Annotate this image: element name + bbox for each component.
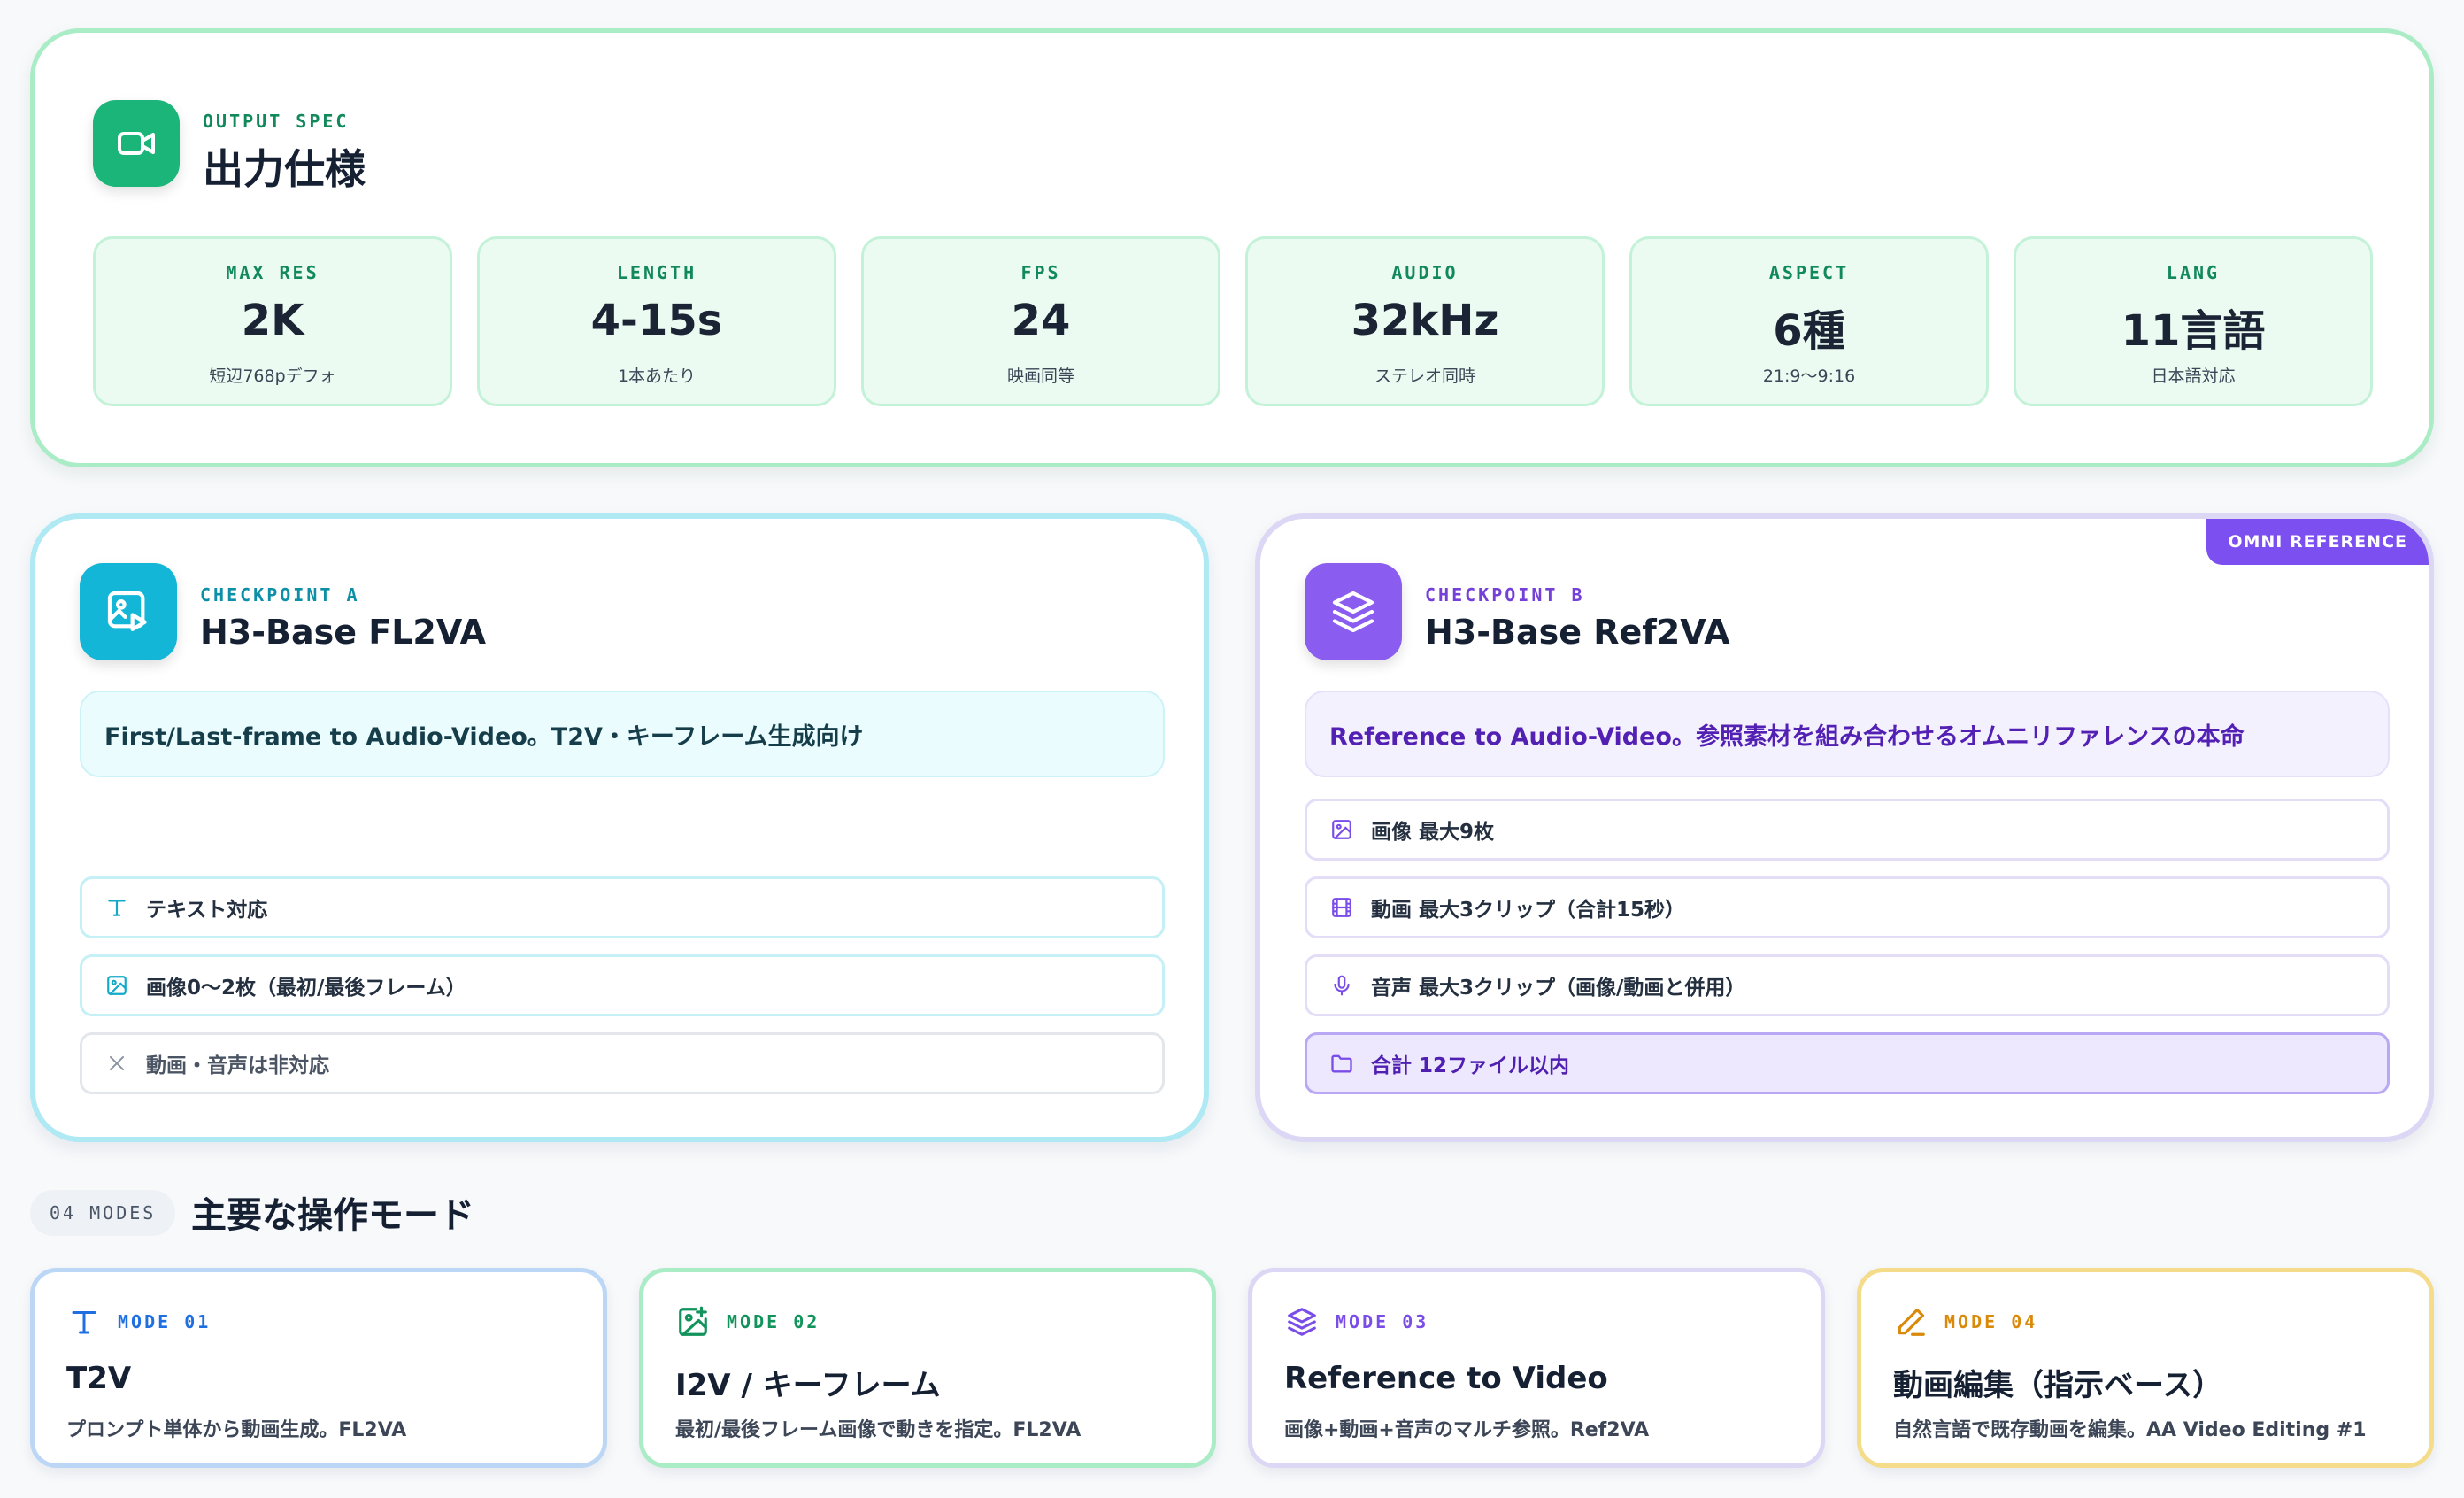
stat-audio: AUDIO 32kHz ステレオ同時 <box>1245 236 1605 406</box>
microphone-icon <box>1328 972 1355 999</box>
stat-length: LENGTH 4-15s 1本あたり <box>477 236 836 406</box>
close-icon <box>104 1050 130 1077</box>
checkpoint-b-card: OMNI REFERENCE CHECKPOINT B H3-Base Ref2… <box>1255 513 2434 1142</box>
image-plus-icon <box>675 1304 711 1340</box>
stat-max-res: MAX RES 2K 短辺768pデフォ <box>93 236 452 406</box>
feature-label: テキスト対応 <box>146 899 268 922</box>
mode-description: 画像+動画+音声のマルチ参照。Ref2VA <box>1284 1419 1650 1441</box>
stat-label: LANG <box>2166 262 2221 283</box>
mode-tag: MODE 01 <box>118 1311 212 1332</box>
output-spec-title: 出力仕様 <box>203 145 366 193</box>
checkpoint-b-title: H3-Base Ref2VA <box>1425 613 1730 652</box>
mode-tag: MODE 04 <box>1944 1311 2038 1332</box>
feature-images: 画像 最大9枚 <box>1305 799 2390 861</box>
mode-card-t2v[interactable]: MODE 01 T2V プロンプト単体から動画生成。FL2VA <box>30 1268 607 1468</box>
text-icon <box>104 894 130 921</box>
checkpoint-a-description: First/Last-frame to Audio-Video。T2V・キーフレ… <box>80 691 1165 777</box>
stat-label: ASPECT <box>1768 262 1850 283</box>
checkpoint-b-eyebrow: CHECKPOINT B <box>1425 584 1585 606</box>
feature-label: 画像0〜2枚（最初/最後フレーム） <box>146 977 466 1000</box>
video-camera-icon <box>93 100 180 187</box>
mode-description: 最初/最後フレーム画像で動きを指定。FL2VA <box>675 1419 1082 1441</box>
stat-sub: 21:9〜9:16 <box>1762 367 1856 386</box>
stat-label: MAX RES <box>226 262 320 283</box>
feature-audio: 音声 最大3クリップ（画像/動画と併用） <box>1305 954 2390 1016</box>
stat-sub: 映画同等 <box>1006 367 1074 386</box>
modes-section-title: 主要な操作モード <box>191 1195 474 1236</box>
modes-count-pill: 04 MODES <box>30 1190 176 1236</box>
stat-value: 24 <box>1011 296 1071 345</box>
omni-reference-badge: OMNI REFERENCE <box>2206 519 2429 565</box>
feature-label: 画像 最大9枚 <box>1371 821 1495 844</box>
feature-label: 音声 最大3クリップ（画像/動画と併用） <box>1371 977 1746 1000</box>
output-spec-eyebrow: OUTPUT SPEC <box>203 111 350 132</box>
feature-unsupported: 動画・音声は非対応 <box>80 1032 1165 1094</box>
stat-lang: LANG 11言語 日本語対応 <box>2014 236 2373 406</box>
stat-sub: 日本語対応 <box>2151 367 2236 386</box>
mode-card-reference[interactable]: MODE 03 Reference to Video 画像+動画+音声のマルチ参… <box>1248 1268 1825 1468</box>
output-spec-card: OUTPUT SPEC 出力仕様 MAX RES 2K 短辺768pデフォ LE… <box>30 28 2434 467</box>
mode-title: 動画編集（指示ベース） <box>1893 1368 2223 1403</box>
checkpoint-b-description: Reference to Audio-Video。参照素材を組み合わせるオムニリ… <box>1305 691 2390 777</box>
mode-title: I2V / キーフレーム <box>675 1368 941 1403</box>
image-icon <box>1328 816 1355 843</box>
stat-value: 11言語 <box>2121 306 2266 356</box>
mode-tag: MODE 03 <box>1336 1311 1429 1332</box>
checkpoint-a-eyebrow: CHECKPOINT A <box>200 584 360 606</box>
stat-value: 6種 <box>1773 306 1845 356</box>
image-play-icon <box>80 563 177 660</box>
checkpoint-a-title: H3-Base FL2VA <box>200 613 487 652</box>
stat-label: LENGTH <box>616 262 697 283</box>
mode-description: プロンプト単体から動画生成。FL2VA <box>66 1419 407 1441</box>
stat-aspect: ASPECT 6種 21:9〜9:16 <box>1629 236 1989 406</box>
folder-icon <box>1328 1050 1355 1077</box>
mode-title: Reference to Video <box>1284 1361 1608 1396</box>
feature-file-limit: 合計 12ファイル以内 <box>1305 1032 2390 1094</box>
mode-card-edit[interactable]: MODE 04 動画編集（指示ベース） 自然言語で既存動画を編集。AA Vide… <box>1857 1268 2434 1468</box>
stat-fps: FPS 24 映画同等 <box>861 236 1220 406</box>
image-icon <box>104 972 130 999</box>
pencil-icon <box>1893 1304 1929 1340</box>
mode-description: 自然言語で既存動画を編集。AA Video Editing #1 <box>1893 1419 2367 1441</box>
mode-tag: MODE 02 <box>727 1311 820 1332</box>
mode-title: T2V <box>66 1361 132 1396</box>
mode-card-i2v[interactable]: MODE 02 I2V / キーフレーム 最初/最後フレーム画像で動きを指定。F… <box>639 1268 1216 1468</box>
stat-sub: 短辺768pデフォ <box>209 367 336 386</box>
stat-value: 4-15s <box>590 296 723 345</box>
stat-label: FPS <box>1020 262 1061 283</box>
stat-value: 2K <box>241 296 304 345</box>
film-icon <box>1328 894 1355 921</box>
stat-value: 32kHz <box>1351 296 1499 345</box>
feature-text-support: テキスト対応 <box>80 876 1165 938</box>
feature-label: 合計 12ファイル以内 <box>1371 1054 1570 1077</box>
layers-icon <box>1305 563 1402 660</box>
feature-label: 動画 最大3クリップ（合計15秒） <box>1371 899 1686 922</box>
layers-icon <box>1284 1304 1320 1340</box>
feature-image-frames: 画像0〜2枚（最初/最後フレーム） <box>80 954 1165 1016</box>
feature-videos: 動画 最大3クリップ（合計15秒） <box>1305 876 2390 938</box>
text-icon <box>66 1304 102 1340</box>
stat-label: AUDIO <box>1391 262 1459 283</box>
stat-sub: 1本あたり <box>617 367 697 386</box>
checkpoint-a-card: CHECKPOINT A H3-Base FL2VA First/Last-fr… <box>30 513 1209 1142</box>
feature-label: 動画・音声は非対応 <box>146 1054 329 1077</box>
stat-sub: ステレオ同時 <box>1374 367 1475 386</box>
